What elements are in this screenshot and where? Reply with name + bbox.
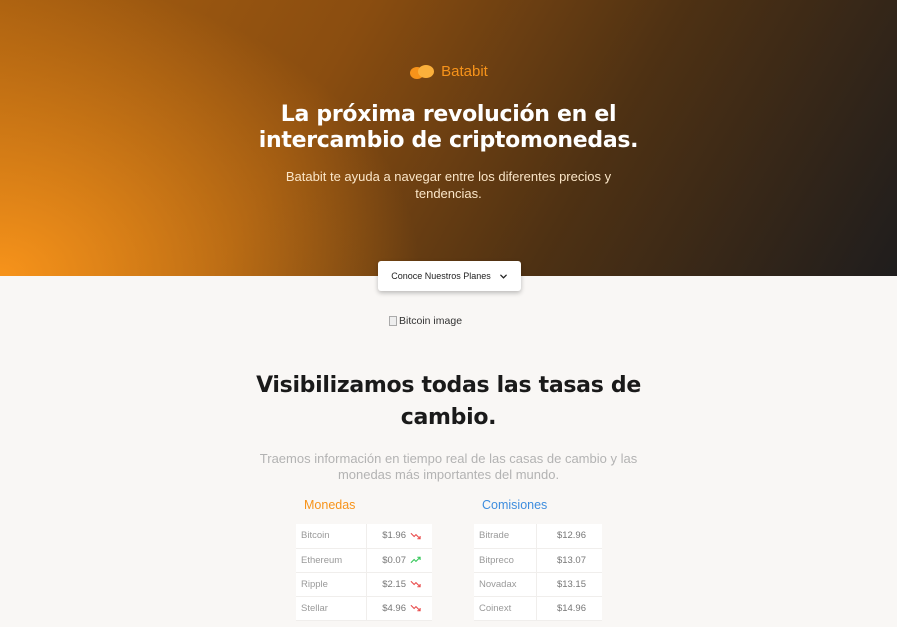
trending-down-icon (410, 580, 421, 588)
table-row: Bitrade $12.96 (474, 524, 602, 549)
hero-subtitle: Batabit te ayuda a navegar entre los dif… (285, 169, 612, 201)
exchange-price: $13.07 (536, 548, 602, 573)
exchange-name: Bitpreco (474, 548, 537, 573)
coin-name: Bitcoin (296, 524, 368, 549)
exchange-name: Bitrade (474, 524, 537, 549)
exchange-price: $14.96 (536, 596, 602, 621)
hero-title: La próxima revolución en el intercambio … (0, 102, 897, 154)
exchange-price: $12.96 (536, 524, 602, 549)
hero-title-line2: intercambio de criptomonedas. (258, 128, 639, 153)
table-row: Stellar $4.96 (296, 596, 432, 621)
table-row: Bitcoin $1.96 (296, 524, 432, 549)
trending-down-icon (410, 532, 421, 540)
commissions-table: Bitrade $12.96 Bitpreco $13.07 Novadax $… (474, 524, 602, 621)
rates-subtitle: Traemos información en tiempo real de la… (259, 451, 638, 482)
table-row: Bitpreco $13.07 (474, 548, 602, 573)
rates-title-line1: Visibilizamos todas las tasas de (256, 373, 641, 398)
plans-button[interactable]: Conoce Nuestros Planes (378, 261, 521, 291)
rates-title: Visibilizamos todas las tasas de cambio. (0, 370, 897, 434)
commissions-title: Comisiones (482, 498, 548, 512)
trend-cell (410, 548, 432, 573)
bitcoin-image: Bitcoin image (389, 315, 462, 327)
coin-name: Ethereum (296, 548, 368, 573)
bitcoin-logo-icon (410, 64, 435, 79)
coin-price: $2.15 (366, 572, 410, 597)
table-row: Ethereum $0.07 (296, 548, 432, 573)
bitcoin-image-alt: Bitcoin image (399, 315, 463, 327)
table-row: Novadax $13.15 (474, 572, 602, 597)
exchange-price: $13.15 (536, 572, 602, 597)
coin-price: $0.07 (366, 548, 410, 573)
rates-title-line2: cambio. (400, 405, 497, 430)
exchange-name: Novadax (474, 572, 537, 597)
coins-table: Bitcoin $1.96 Ethereum $0.07 Ripple $2.1… (296, 524, 432, 621)
table-row: Ripple $2.15 (296, 572, 432, 597)
brand-name: Batabit (441, 63, 488, 80)
trend-cell (410, 572, 432, 597)
chevron-down-icon (499, 274, 507, 279)
trend-cell (410, 524, 432, 549)
coin-name: Stellar (296, 596, 368, 621)
hero-section: Batabit La próxima revolución en el inte… (0, 0, 897, 276)
brand-logo[interactable]: Batabit (0, 63, 897, 80)
trend-cell (410, 596, 432, 621)
coins-title: Monedas (304, 498, 356, 512)
plans-button-label: Conoce Nuestros Planes (391, 271, 491, 281)
trending-down-icon (410, 604, 421, 612)
coin-name: Ripple (296, 572, 368, 597)
trending-up-icon (410, 556, 421, 564)
coin-price: $1.96 (366, 524, 410, 549)
hero-title-line1: La próxima revolución en el (280, 102, 617, 127)
table-row: Coinext $14.96 (474, 596, 602, 621)
broken-image-icon (389, 316, 397, 326)
exchange-name: Coinext (474, 596, 537, 621)
coin-price: $4.96 (366, 596, 410, 621)
